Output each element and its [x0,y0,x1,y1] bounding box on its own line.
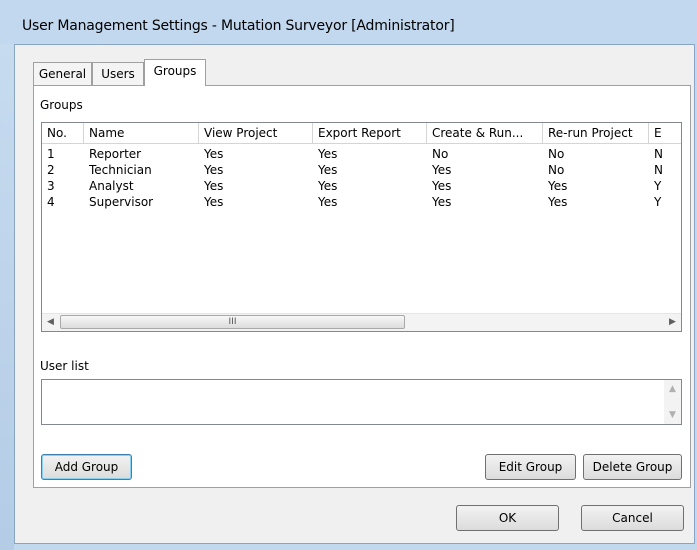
column-header-export-report[interactable]: Export Report [313,123,427,143]
groups-list[interactable]: No. Name View Project Export Report Crea… [41,122,682,332]
tab-general[interactable]: General [33,62,92,85]
tab-users-label: Users [101,67,135,81]
cell-e: Y [654,195,662,209]
cell-no: 1 [47,147,55,161]
cell-view-project: Yes [204,163,224,177]
window-left-edge [0,44,14,550]
column-header-no[interactable]: No. [42,123,84,143]
cell-view-project: Yes [204,179,224,193]
table-row[interactable]: 3 Analyst Yes Yes Yes Yes Y [42,179,681,195]
cell-e: Y [654,179,662,193]
cell-no: 4 [47,195,55,209]
scroll-down-icon[interactable]: ▼ [664,408,681,422]
window-title: User Management Settings - Mutation Surv… [22,18,455,34]
table-row[interactable]: 1 Reporter Yes Yes No No N [42,147,681,163]
cell-no: 2 [47,163,55,177]
column-header-view-project[interactable]: View Project [199,123,313,143]
groups-label: Groups [40,98,83,112]
hscroll-thumb[interactable]: III [60,315,405,329]
column-header-create-run[interactable]: Create & Run... [427,123,543,143]
scroll-right-icon[interactable]: ▶ [664,314,681,331]
cell-e: N [654,163,663,177]
cell-create-run: Yes [432,179,452,193]
groups-tab-panel: Groups No. Name View Project Export Repo… [33,85,691,488]
cell-export-report: Yes [318,195,338,209]
tab-groups-label: Groups [153,64,197,78]
cell-no: 3 [47,179,55,193]
user-list-vscrollbar[interactable]: ▲ ▼ [664,380,681,424]
groups-list-hscrollbar[interactable]: ◀ III ▶ [42,313,681,331]
cell-create-run: Yes [432,163,452,177]
cancel-button[interactable]: Cancel [581,505,684,531]
tab-general-label: General [38,67,87,81]
grip-icon: III [228,317,237,327]
cell-view-project: Yes [204,195,224,209]
user-list[interactable]: ▲ ▼ [41,379,682,425]
cell-name: Reporter [89,147,142,161]
tab-groups[interactable]: Groups [144,59,206,86]
column-header-name[interactable]: Name [84,123,199,143]
cell-create-run: No [432,147,449,161]
tab-users[interactable]: Users [92,62,144,85]
column-header-rerun-project[interactable]: Re-run Project [543,123,649,143]
edit-group-button[interactable]: Edit Group [485,454,576,480]
cell-name: Supervisor [89,195,154,209]
ok-button[interactable]: OK [456,505,559,531]
cell-name: Technician [89,163,152,177]
add-group-button[interactable]: Add Group [41,454,132,480]
cell-view-project: Yes [204,147,224,161]
dialog-client-area: General Users Groups Groups No. Name Vie… [14,44,695,544]
cell-e: N [654,147,663,161]
scroll-up-icon[interactable]: ▲ [664,382,681,396]
user-list-label: User list [40,359,89,373]
cell-export-report: Yes [318,147,338,161]
table-row[interactable]: 2 Technician Yes Yes Yes No N [42,163,681,179]
delete-group-button[interactable]: Delete Group [583,454,682,480]
dialog-window: User Management Settings - Mutation Surv… [0,0,697,550]
cell-rerun-project: No [548,163,565,177]
cell-rerun-project: Yes [548,195,568,209]
scroll-left-icon[interactable]: ◀ [42,314,59,331]
cell-name: Analyst [89,179,134,193]
column-header-e[interactable]: E [649,123,681,143]
groups-list-header: No. Name View Project Export Report Crea… [42,123,681,144]
cell-export-report: Yes [318,163,338,177]
title-bar[interactable]: User Management Settings - Mutation Surv… [0,0,697,44]
table-row[interactable]: 4 Supervisor Yes Yes Yes Yes Y [42,195,681,211]
cell-export-report: Yes [318,179,338,193]
cell-create-run: Yes [432,195,452,209]
cell-rerun-project: No [548,147,565,161]
cell-rerun-project: Yes [548,179,568,193]
